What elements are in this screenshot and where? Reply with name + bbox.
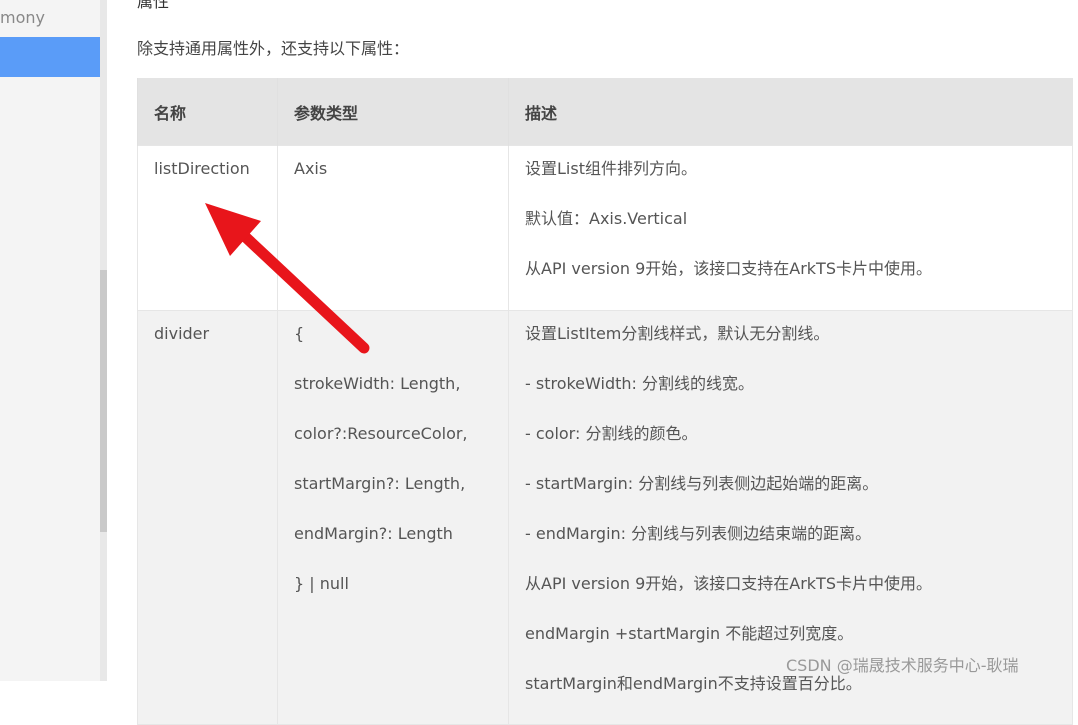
- header-name: 名称: [137, 78, 278, 146]
- type-line: } | null: [294, 574, 349, 593]
- desc-line: - color: 分割线的颜色。: [525, 424, 698, 443]
- watermark: CSDN @瑞晟技术服务中心-耿瑞: [786, 656, 1019, 675]
- section-heading: 属性: [137, 0, 170, 11]
- header-param-type: 参数类型: [277, 78, 509, 146]
- desc-line: - endMargin: 分割线与列表侧边结束端的距离。: [525, 524, 872, 543]
- desc-line: - startMargin: 分割线与列表侧边起始端的距离。: [525, 474, 879, 493]
- desc-line: 从API version 9开始，该接口支持在ArkTS卡片中使用。: [525, 574, 932, 593]
- cell-name: divider: [137, 310, 278, 725]
- type-line: endMargin?: Length: [294, 524, 453, 543]
- desc-line: 从API version 9开始，该接口支持在ArkTS卡片中使用。: [525, 259, 932, 278]
- table-header-row: 名称 参数类型 描述: [137, 78, 1073, 146]
- desc-line: - strokeWidth: 分割线的线宽。: [525, 374, 754, 393]
- property-name: listDirection: [154, 159, 250, 178]
- desc-line: 设置List组件排列方向。: [525, 159, 697, 178]
- sidebar: mony: [0, 0, 100, 681]
- type-line: strokeWidth: Length,: [294, 374, 461, 393]
- desc-line: 默认值：Axis.Vertical: [525, 209, 688, 228]
- type-line: {: [294, 324, 305, 343]
- cell-type: { strokeWidth: Length, color?:ResourceCo…: [277, 310, 509, 725]
- intro-text: 除支持通用属性外，还支持以下属性：: [137, 39, 410, 58]
- property-name: divider: [154, 324, 210, 343]
- desc-line: 设置ListItem分割线样式，默认无分割线。: [525, 324, 830, 343]
- type-line: color?:ResourceColor,: [294, 424, 468, 443]
- desc-line: startMargin和endMargin不支持设置百分比。: [525, 674, 862, 693]
- properties-table: 名称 参数类型 描述 listDirection Axis 设置List组件排列…: [137, 78, 1073, 725]
- sidebar-item-label[interactable]: mony: [0, 8, 45, 27]
- type-line: startMargin?: Length,: [294, 474, 466, 493]
- cell-type: Axis: [277, 145, 509, 311]
- sidebar-item-active[interactable]: [0, 37, 100, 77]
- scrollbar-thumb[interactable]: [100, 270, 107, 532]
- cell-description: 设置List组件排列方向。 默认值：Axis.Vertical 从API ver…: [508, 145, 1073, 311]
- cell-name: listDirection: [137, 145, 278, 311]
- table-row: listDirection Axis 设置List组件排列方向。 默认值：Axi…: [137, 145, 1073, 311]
- header-description: 描述: [508, 78, 1073, 146]
- type-line: Axis: [294, 159, 328, 178]
